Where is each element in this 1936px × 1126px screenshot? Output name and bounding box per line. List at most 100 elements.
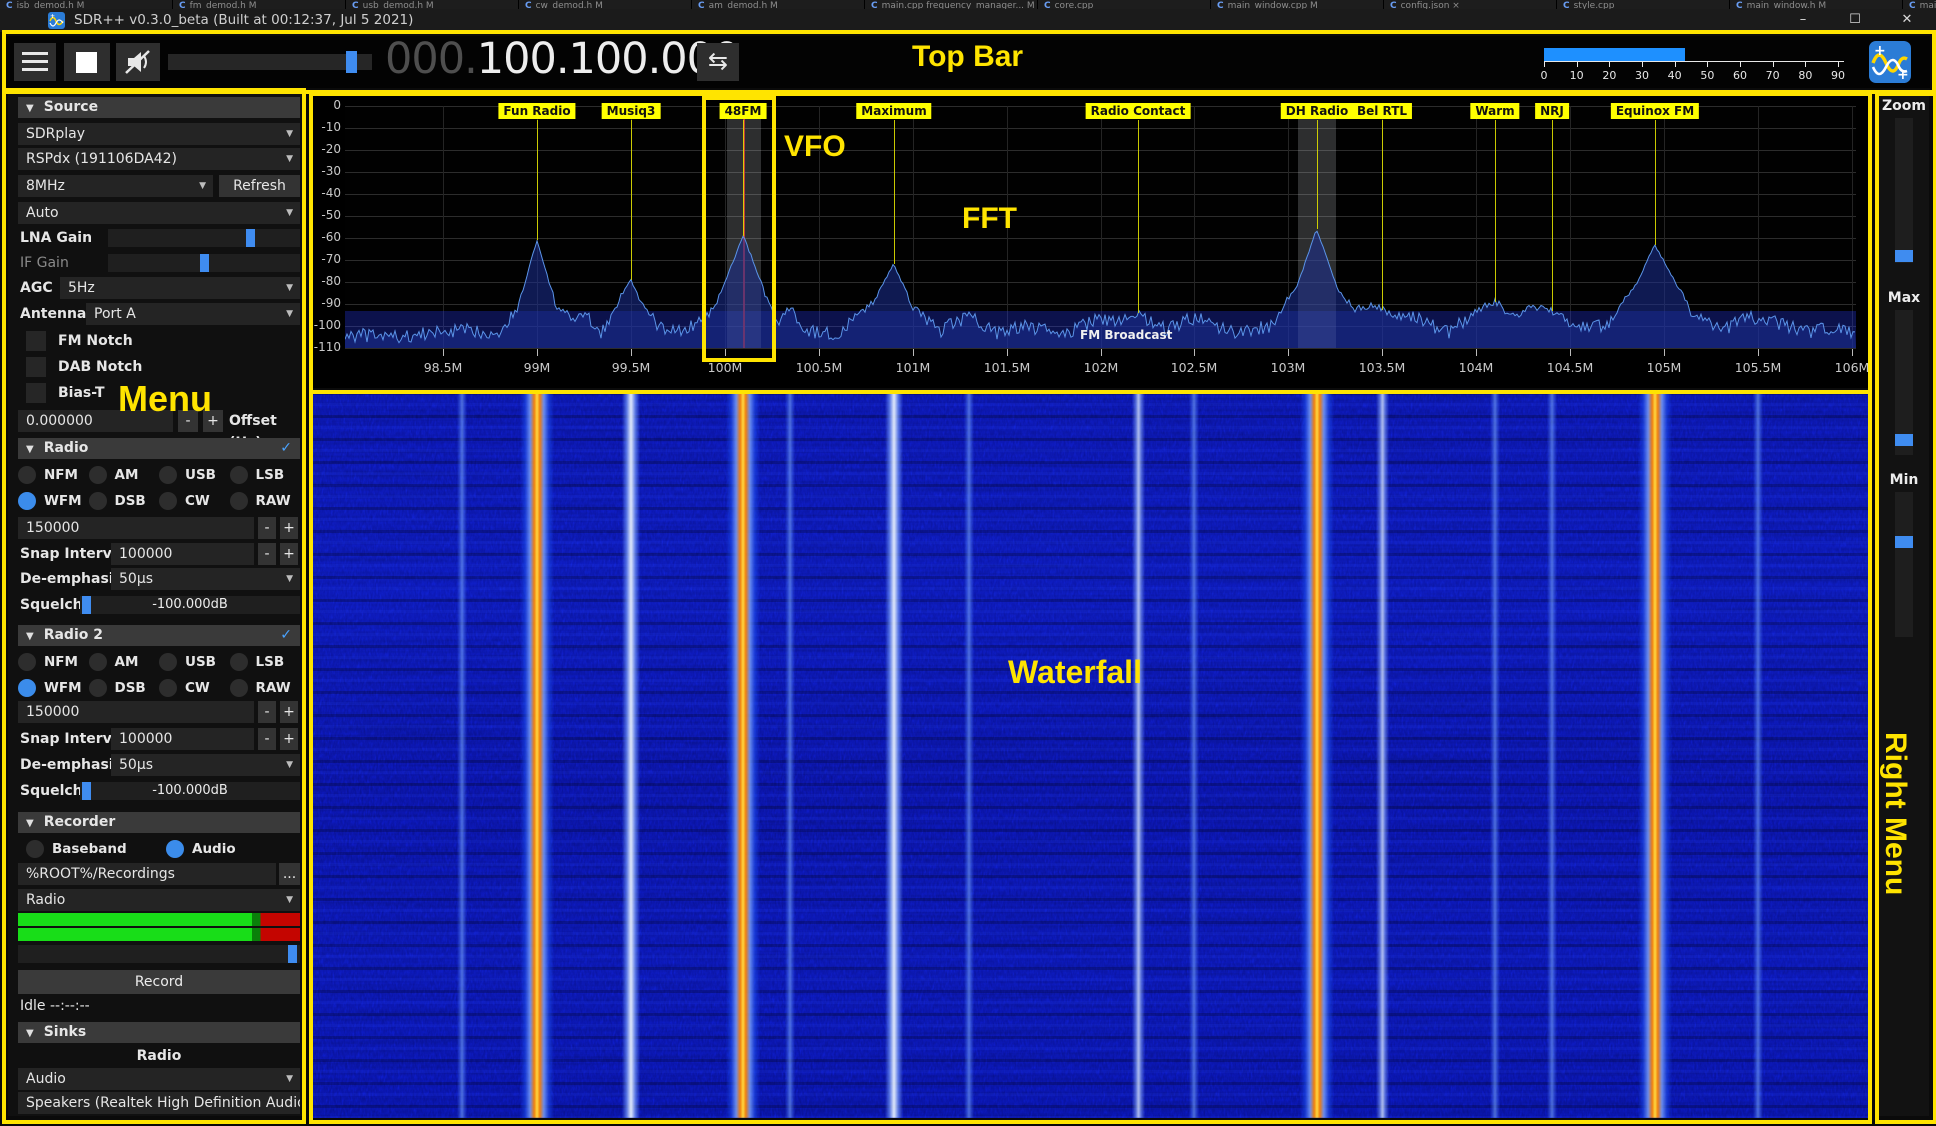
zoom-slider[interactable] xyxy=(1895,118,1913,263)
sample-rate-select[interactable]: 8MHz▼ xyxy=(18,175,213,197)
deemphasis-label: De-emphasis xyxy=(20,568,122,590)
volume-slider[interactable] xyxy=(168,54,372,70)
minimize-button[interactable]: – xyxy=(1780,9,1826,32)
enabled-check-icon[interactable]: ✓ xyxy=(280,625,292,646)
mode-raw[interactable]: RAW xyxy=(230,490,301,512)
recorder-volume-slider[interactable] xyxy=(18,945,300,963)
mode-wfm[interactable]: WFM xyxy=(18,677,89,699)
record-button[interactable]: Record xyxy=(18,970,300,994)
snap-interval-input[interactable]: 100000 xyxy=(111,728,254,750)
scale-tick xyxy=(1805,61,1806,67)
recorder-stream-select[interactable]: Radio▼ xyxy=(18,889,300,911)
bandwidth-plus-button[interactable]: + xyxy=(280,517,298,539)
sink-type-select[interactable]: Audio▼ xyxy=(18,1068,300,1090)
bandwidth-plus-button[interactable]: + xyxy=(280,701,298,723)
dab-notch-checkbox[interactable] xyxy=(26,357,46,377)
source-device-select[interactable]: RSPdx (191106DA42)▼ xyxy=(18,148,300,170)
snap-minus-button[interactable]: - xyxy=(258,728,276,750)
station-label[interactable]: Maximum xyxy=(856,103,931,119)
mode-am[interactable]: AM xyxy=(89,651,160,673)
browse-button[interactable]: ... xyxy=(279,863,300,885)
station-label[interactable]: DH Radio xyxy=(1281,103,1353,119)
enabled-check-icon[interactable]: ✓ xyxy=(280,438,292,459)
station-label[interactable]: Fun Radio xyxy=(498,103,575,119)
stop-button[interactable] xyxy=(64,43,110,81)
antenna-select[interactable]: Port A▼ xyxy=(86,303,300,325)
refresh-button[interactable]: Refresh xyxy=(219,175,300,197)
waterfall-display[interactable] xyxy=(313,392,1868,1118)
radio-circle xyxy=(159,653,177,671)
mute-button[interactable] xyxy=(116,43,160,81)
offset-minus-button[interactable]: - xyxy=(178,410,198,432)
agc-mode-select[interactable]: Auto▼ xyxy=(18,202,300,224)
offset-input[interactable]: 0.000000 xyxy=(18,410,173,432)
source-section-header[interactable]: ▼Source xyxy=(18,97,300,118)
mode-am[interactable]: AM xyxy=(89,464,160,486)
recording-path-input[interactable]: %ROOT%/Recordings xyxy=(18,863,276,885)
bandwidth-minus-button[interactable]: - xyxy=(258,517,276,539)
volume-slider-handle[interactable] xyxy=(346,51,357,73)
bias-t-checkbox[interactable] xyxy=(26,383,46,403)
mode-dsb[interactable]: DSB xyxy=(89,677,160,699)
station-label[interactable]: Musiq3 xyxy=(602,103,661,119)
station-label[interactable]: NRJ xyxy=(1535,103,1569,119)
radio-bandwidth-input[interactable]: 150000 xyxy=(18,517,254,539)
station-label[interactable]: Radio Contact xyxy=(1086,103,1191,119)
axis-tick xyxy=(913,349,914,356)
axis-tick xyxy=(1101,349,1102,356)
recorder-section-header[interactable]: ▼Recorder xyxy=(18,812,300,833)
bandwidth-minus-button[interactable]: - xyxy=(258,701,276,723)
audio-device-select[interactable]: Speakers (Realtek High Definition Audio) xyxy=(18,1092,300,1114)
frequency-leading-zeros: 000. xyxy=(385,34,477,84)
radio2-section-header[interactable]: ▼Radio 2✓ xyxy=(18,625,300,646)
agc-rate-select[interactable]: 5Hz▼ xyxy=(60,277,300,299)
mode-cw[interactable]: CW xyxy=(159,490,230,512)
close-button[interactable]: ✕ xyxy=(1884,9,1930,32)
mode-nfm[interactable]: NFM xyxy=(18,464,89,486)
snap-plus-button[interactable]: + xyxy=(280,543,298,565)
min-slider[interactable] xyxy=(1895,492,1913,637)
station-label[interactable]: Bel RTL xyxy=(1352,103,1412,119)
fm-notch-checkbox[interactable] xyxy=(26,331,46,351)
sdrpp-logo-button[interactable]: + + xyxy=(1869,41,1911,83)
snap-minus-button[interactable]: - xyxy=(258,543,276,565)
offset-plus-button[interactable]: + xyxy=(203,410,223,432)
station-label[interactable]: Equinox FM xyxy=(1611,103,1699,119)
mode-dsb[interactable]: DSB xyxy=(89,490,160,512)
axis-tick xyxy=(1194,349,1195,356)
vfo-swap-button[interactable]: ⇆ xyxy=(697,43,739,81)
recorder-mode-audio[interactable]: Audio xyxy=(166,838,236,860)
mode-nfm[interactable]: NFM xyxy=(18,651,89,673)
mode-usb[interactable]: USB xyxy=(159,464,230,486)
snap-plus-button[interactable]: + xyxy=(280,728,298,750)
fft-zoom-scale[interactable]: 0102030405060708090 xyxy=(1541,44,1847,84)
lna-gain-slider[interactable] xyxy=(108,229,300,247)
fft-plot-area[interactable]: Fun Radio Musiq3 48FM Maximum Radio Contact D… xyxy=(345,106,1856,348)
radio2-bandwidth-input[interactable]: 150000 xyxy=(18,701,254,723)
mode-lsb[interactable]: LSB xyxy=(230,651,301,673)
max-slider[interactable] xyxy=(1895,310,1913,455)
radio-section-header[interactable]: ▼Radio✓ xyxy=(18,438,300,459)
mode-cw[interactable]: CW xyxy=(159,677,230,699)
snap-interval-input[interactable]: 100000 xyxy=(111,543,254,565)
fft-display[interactable]: 0-10-20-30-40-50-60-70-80-90-100-110 Fun… xyxy=(313,96,1868,388)
mode-usb[interactable]: USB xyxy=(159,651,230,673)
source-driver-select[interactable]: SDRplay▼ xyxy=(18,123,300,145)
maximize-button[interactable]: ☐ xyxy=(1832,9,1878,32)
mode-raw[interactable]: RAW xyxy=(230,677,301,699)
menu-toggle-button[interactable] xyxy=(14,43,56,81)
if-gain-slider[interactable] xyxy=(108,254,300,272)
deemphasis-select[interactable]: 50µs▼ xyxy=(111,568,300,590)
deemphasis-select[interactable]: 50µs▼ xyxy=(111,754,300,776)
frequency-display[interactable]: 000.100.100.000 xyxy=(385,34,739,84)
background-editor-tab: Cisb_demod.h M xyxy=(0,0,173,9)
sinks-section-header[interactable]: ▼Sinks xyxy=(18,1022,300,1043)
recorder-mode-baseband[interactable]: Baseband xyxy=(26,838,127,860)
squelch-slider[interactable]: -100.000dB xyxy=(80,782,300,800)
station-marker-line xyxy=(631,120,632,280)
mode-wfm[interactable]: WFM xyxy=(18,490,89,512)
station-label[interactable]: Warm xyxy=(1470,103,1519,119)
mode-lsb[interactable]: LSB xyxy=(230,464,301,486)
squelch-slider[interactable]: -100.000dB xyxy=(80,596,300,614)
station-label[interactable]: 48FM xyxy=(720,103,767,119)
